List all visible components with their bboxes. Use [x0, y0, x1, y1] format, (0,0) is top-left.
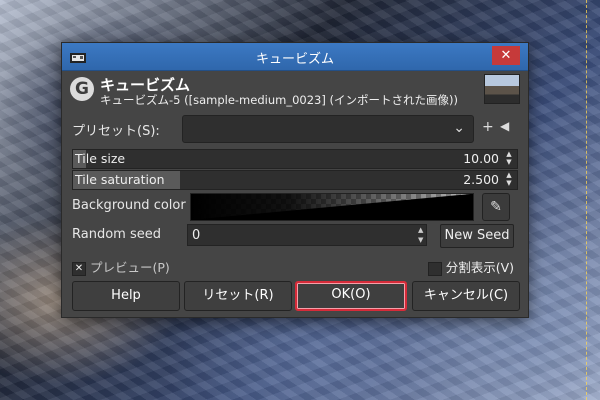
- tile-size-label: Tile size: [75, 151, 126, 166]
- preset-menu-icon[interactable]: ◀: [500, 119, 509, 133]
- preset-label: プリセット(S):: [72, 124, 160, 139]
- random-seed-row: Random seed 0 ▲ ▼ New Seed: [72, 224, 518, 248]
- header-subtitle: キュービズム-5 ([sample-medium_0023] (インポートされた…: [100, 93, 458, 107]
- color-swatch: [191, 194, 473, 220]
- tile-saturation-label: Tile saturation: [75, 172, 165, 187]
- plus-icon[interactable]: +: [482, 119, 494, 135]
- tile-saturation-row: Tile saturation 2.500 ▲ ▼: [72, 170, 518, 190]
- new-seed-button[interactable]: New Seed: [440, 224, 514, 248]
- canvas-guide-line: [586, 0, 587, 400]
- tile-saturation-slider[interactable]: Tile saturation 2.500 ▲ ▼: [72, 170, 518, 190]
- dialog-header: G キュービズム キュービズム-5 ([sample-medium_0023] …: [68, 74, 522, 112]
- ok-button[interactable]: OK(O): [295, 281, 407, 311]
- reset-button[interactable]: リセット(R): [184, 281, 292, 311]
- help-button[interactable]: Help: [72, 281, 180, 311]
- tile-saturation-value: 2.500: [463, 172, 499, 187]
- preview-checkbox-wrap[interactable]: ✕ プレビュー(P): [72, 257, 170, 276]
- background-color-row: Background color ✎: [72, 193, 518, 221]
- dialog-titlebar[interactable]: キュービズム ✕: [62, 43, 528, 71]
- tile-size-spinner[interactable]: ▲ ▼: [504, 150, 514, 166]
- chevron-down-icon: ⌄: [453, 120, 465, 136]
- tile-size-slider[interactable]: Tile size 10.00 ▲ ▼: [72, 149, 518, 169]
- dialog-title: キュービズム: [255, 52, 334, 67]
- color-picker-icon[interactable]: ✎: [482, 193, 510, 221]
- preset-combo[interactable]: ⌄: [182, 115, 474, 143]
- tile-size-row: Tile size 10.00 ▲ ▼: [72, 149, 518, 169]
- cubism-dialog: キュービズム ✕ G キュービズム キュービズム-5 ([sample-medi…: [61, 42, 529, 318]
- split-view-label: 分割表示(V): [445, 260, 514, 275]
- split-view-checkbox[interactable]: [427, 261, 442, 276]
- random-seed-spinner[interactable]: ▲ ▼: [418, 225, 423, 245]
- tile-size-value: 10.00: [463, 151, 499, 166]
- preview-label: プレビュー(P): [90, 260, 170, 275]
- cancel-button[interactable]: キャンセル(C): [412, 281, 520, 311]
- split-view-checkbox-wrap[interactable]: 分割表示(V): [427, 257, 514, 276]
- preview-checkbox[interactable]: ✕: [72, 261, 86, 276]
- tile-saturation-spinner[interactable]: ▲ ▼: [504, 171, 514, 187]
- image-thumbnail: [484, 74, 520, 104]
- background-color-button[interactable]: [190, 193, 474, 221]
- random-seed-label: Random seed: [72, 227, 161, 242]
- random-seed-input[interactable]: 0: [187, 224, 427, 246]
- gimp-logo-icon: G: [70, 77, 94, 101]
- background-color-label: Background color: [72, 198, 186, 213]
- close-button[interactable]: ✕: [492, 46, 520, 65]
- preset-row: プリセット(S): ⌄ + ◀: [72, 115, 518, 143]
